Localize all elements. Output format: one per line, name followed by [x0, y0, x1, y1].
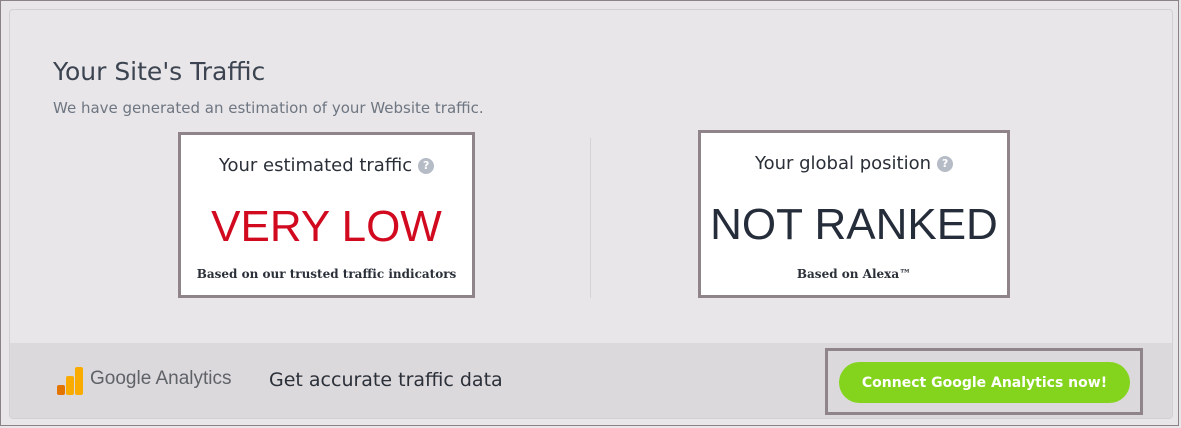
- global-position-box: Your global position? NOT RANKED Based o…: [698, 130, 1010, 298]
- metric-divider: [590, 138, 591, 298]
- estimated-traffic-label: Your estimated traffic?: [181, 155, 472, 176]
- google-analytics-bar: Google Analytics Get accurate traffic da…: [10, 343, 1172, 418]
- help-icon[interactable]: ?: [418, 158, 435, 174]
- connect-button-frame: Connect Google Analytics now!: [825, 348, 1143, 415]
- global-position-note: Based on Alexa™: [796, 267, 912, 281]
- estimated-traffic-note: Based on our trusted traffic indicators: [196, 267, 457, 281]
- traffic-card: Your Site's Traffic We have generated an…: [9, 9, 1173, 419]
- analytics-tagline: Get accurate traffic data: [269, 369, 503, 391]
- global-position-label: Your global position?: [701, 153, 1007, 174]
- help-icon[interactable]: ?: [937, 156, 954, 172]
- estimated-traffic-box: Your estimated traffic? VERY LOW Based o…: [178, 132, 475, 298]
- estimated-traffic-label-text: Your estimated traffic: [218, 155, 413, 176]
- connect-google-analytics-button[interactable]: Connect Google Analytics now!: [839, 362, 1130, 403]
- page-title: Your Site's Traffic: [53, 57, 266, 86]
- global-position-value: NOT RANKED: [710, 200, 998, 249]
- google-analytics-brand: Google Analytics: [90, 368, 232, 389]
- estimated-traffic-value: VERY LOW: [211, 202, 442, 251]
- global-position-label-text: Your global position: [754, 153, 932, 174]
- page-subtitle: We have generated an estimation of your …: [53, 99, 484, 117]
- google-analytics-logo-icon: [57, 367, 83, 395]
